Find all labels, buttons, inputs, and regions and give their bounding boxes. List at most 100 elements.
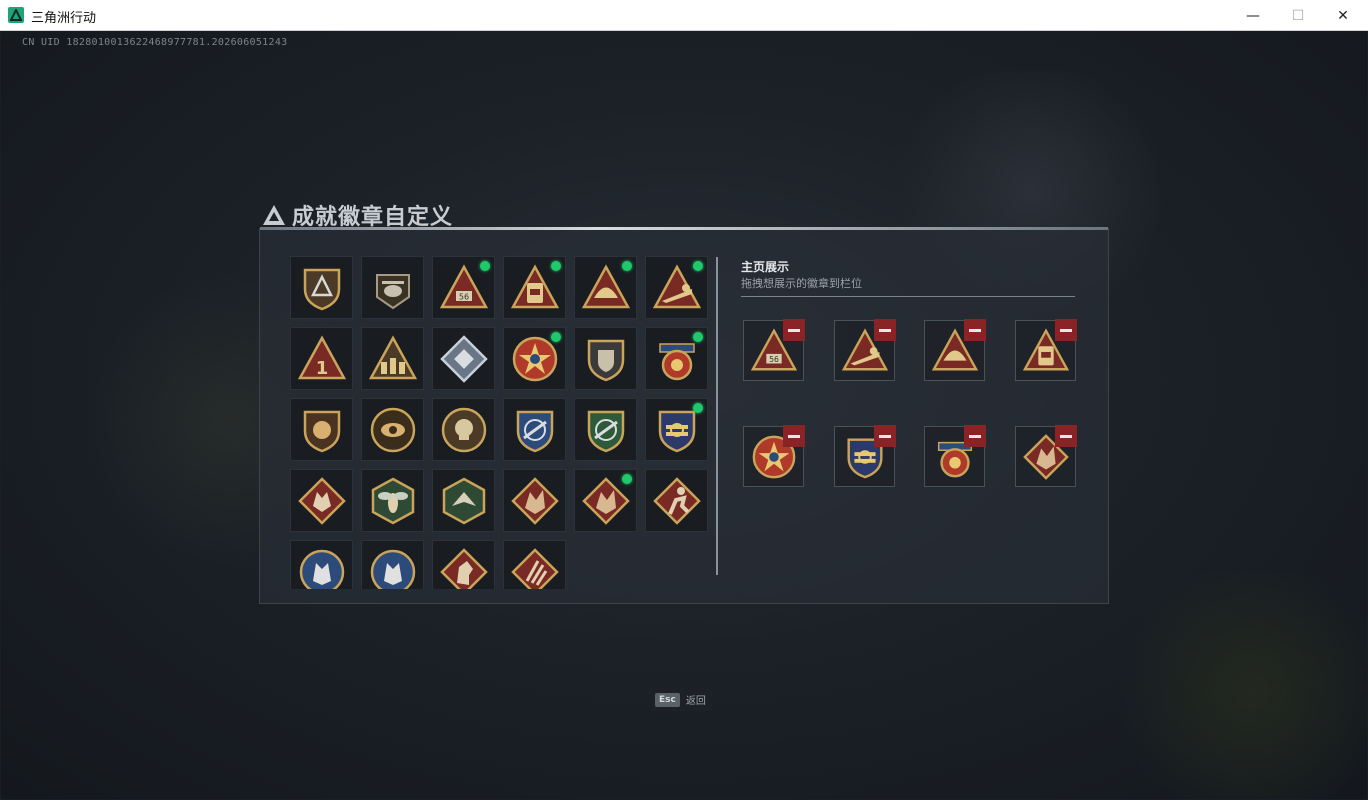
- showcase-slot[interactable]: [924, 319, 986, 381]
- new-indicator-dot: [693, 403, 703, 413]
- minimize-button[interactable]: —: [1230, 0, 1276, 31]
- minus-icon[interactable]: [1054, 319, 1077, 341]
- showcase-slot[interactable]: 56: [743, 319, 805, 381]
- new-indicator-dot: [693, 332, 703, 342]
- badge-cell[interactable]: [290, 469, 353, 532]
- minus-icon[interactable]: [783, 425, 805, 447]
- bird-hexagon-badge-icon: [442, 477, 486, 525]
- blue-ribbon-medal-badge-icon: [659, 343, 695, 381]
- helicopter-badge-icon: [376, 274, 410, 310]
- dragon-diamond-badge-2-icon: [582, 477, 630, 525]
- delta-logo-icon: [263, 205, 285, 225]
- skull-circle-badge-icon: [441, 407, 487, 453]
- minus-icon[interactable]: [1054, 425, 1077, 447]
- badge-cell[interactable]: [361, 256, 424, 319]
- horse-diamond-badge-icon: [440, 548, 488, 589]
- triangle-backpack-badge-icon: [510, 264, 560, 309]
- badge-cell[interactable]: [290, 540, 353, 589]
- badge-customize-panel: 56 1 主页展示 拖拽想展示的徽章到栏位 56: [259, 227, 1109, 604]
- badge-cell[interactable]: [361, 327, 424, 390]
- showcase-subtitle: 拖拽想展示的徽章到栏位: [741, 277, 862, 290]
- esc-key-hint: Esc: [655, 692, 680, 707]
- green-rifle-shield-badge-icon: [587, 410, 625, 453]
- new-indicator-dot: [551, 332, 561, 342]
- svg-text:56: 56: [769, 355, 779, 364]
- badge-cell[interactable]: [432, 398, 495, 461]
- runner-diamond-badge-icon: [653, 477, 701, 525]
- badge-cell[interactable]: [432, 327, 495, 390]
- showcase-slot[interactable]: [924, 425, 986, 487]
- badge-cell[interactable]: [503, 327, 566, 390]
- minus-icon[interactable]: [873, 425, 896, 447]
- badge-cell[interactable]: [645, 327, 708, 390]
- maximize-button[interactable]: ☐: [1275, 0, 1321, 31]
- badge-cell[interactable]: [503, 256, 566, 319]
- badge-cell[interactable]: [574, 469, 637, 532]
- game-viewport: CN UID 1828010013622468977781.2026060512…: [1, 31, 1367, 799]
- showcase-slot[interactable]: [833, 425, 896, 487]
- badge-cell[interactable]: [574, 398, 637, 461]
- shield-emblem-badge-icon: [587, 339, 625, 382]
- showcase-slot[interactable]: [833, 319, 896, 381]
- showcase-slot[interactable]: [743, 425, 805, 487]
- minus-icon[interactable]: [783, 319, 805, 341]
- showcase-title: 主页展示: [741, 260, 790, 274]
- silver-diamond-badge-icon: [440, 335, 488, 383]
- gold-shield-crest-badge-icon: [658, 410, 696, 453]
- showcase-slot[interactable]: [1014, 319, 1077, 381]
- badge-cell[interactable]: [432, 540, 495, 589]
- badge-cell[interactable]: [503, 540, 566, 589]
- minus-icon[interactable]: [873, 319, 896, 341]
- window-titlebar: 三角洲行动 — ☐ ✕: [0, 0, 1368, 31]
- badge-cell[interactable]: [503, 398, 566, 461]
- badge-cell[interactable]: [361, 398, 424, 461]
- new-indicator-dot: [693, 261, 703, 271]
- dragon-diamond-badge-icon: [511, 477, 559, 525]
- panel-divider: [716, 257, 718, 575]
- triangle-soldier-prone-badge-icon: [652, 264, 702, 309]
- wolf-blue-circle-badge-2-icon: [370, 549, 416, 589]
- badge-cell[interactable]: [645, 469, 708, 532]
- showcase-divider: [741, 296, 1075, 297]
- eye-circle-badge-icon: [370, 407, 416, 453]
- badge-cell[interactable]: [290, 256, 353, 319]
- app-logo-icon: [8, 7, 24, 23]
- new-indicator-dot: [622, 261, 632, 271]
- badge-cell[interactable]: [432, 469, 495, 532]
- close-button[interactable]: ✕: [1320, 0, 1366, 31]
- showcase-slot[interactable]: [1014, 425, 1077, 487]
- minus-icon[interactable]: [964, 319, 986, 341]
- badge-cell[interactable]: [645, 256, 708, 319]
- badge-cell[interactable]: 1: [290, 327, 353, 390]
- badge-cell[interactable]: [645, 398, 708, 461]
- triangle-56-badge-icon: 56: [439, 264, 489, 309]
- badge-cell[interactable]: 56: [432, 256, 495, 319]
- triangle-number-one-badge-icon: 1: [297, 335, 347, 380]
- svg-text:1: 1: [316, 358, 329, 379]
- new-indicator-dot: [551, 261, 561, 271]
- minus-icon[interactable]: [964, 425, 986, 447]
- blue-rifle-shield-badge-icon: [516, 410, 554, 453]
- badge-cell[interactable]: [361, 469, 424, 532]
- triangle-shield-badge-icon: [303, 268, 341, 311]
- user-uid: CN UID 1828010013622468977781.2026060512…: [22, 37, 288, 48]
- badge-cell[interactable]: [290, 398, 353, 461]
- badge-cell[interactable]: [503, 469, 566, 532]
- badge-cell[interactable]: [574, 327, 637, 390]
- back-label: 返回: [685, 696, 706, 707]
- triangle-squad-badge-icon: [368, 335, 418, 380]
- triangle-helmet-badge-icon: [581, 264, 631, 309]
- claw-diamond-badge-icon: [511, 548, 559, 589]
- back-button[interactable]: Esc 返回: [649, 688, 712, 711]
- new-indicator-dot: [480, 261, 490, 271]
- wolf-blue-circle-badge-icon: [299, 549, 345, 589]
- wolf-diamond-badge-icon: [298, 477, 346, 525]
- svg-text:56: 56: [459, 293, 469, 302]
- new-indicator-dot: [622, 474, 632, 484]
- badge-cell[interactable]: [361, 540, 424, 589]
- wasp-hexagon-badge-icon: [371, 477, 415, 525]
- badge-collection-grid[interactable]: 56 1: [290, 256, 712, 589]
- window-title: 三角洲行动: [31, 11, 97, 26]
- badge-cell[interactable]: [574, 256, 637, 319]
- lion-shield-badge-icon: [303, 410, 341, 453]
